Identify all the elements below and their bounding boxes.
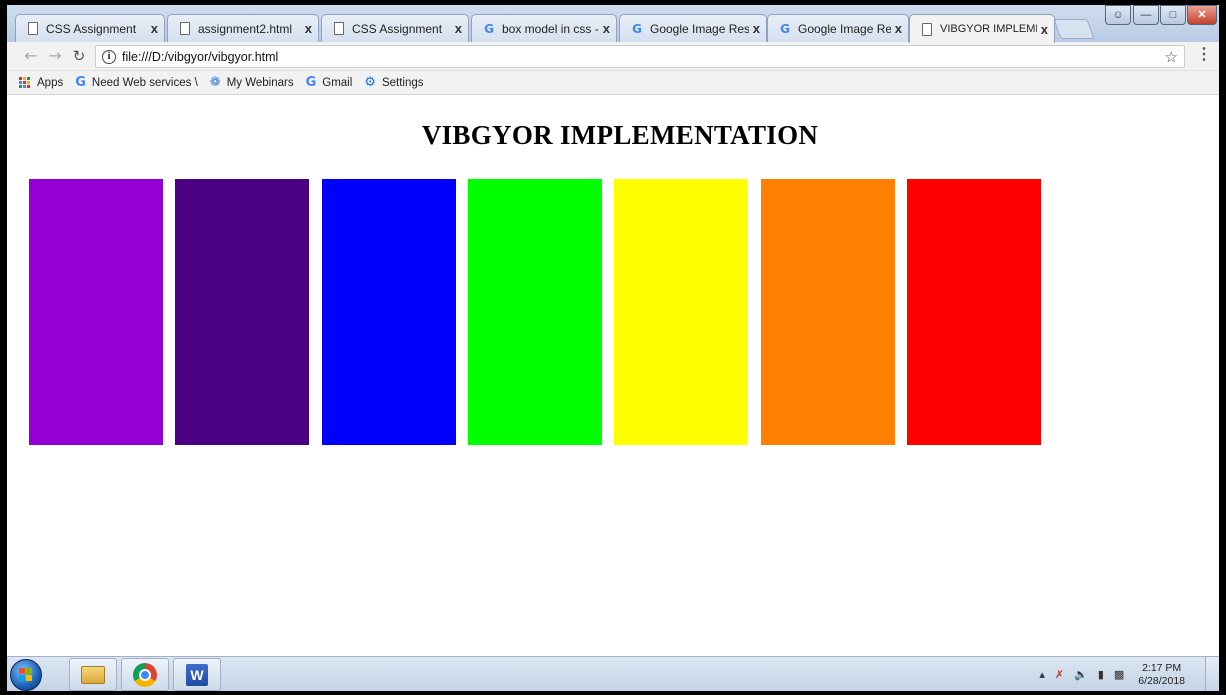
browser-window: CSS Assignment x assignment2.html x CSS …	[7, 5, 1219, 691]
bookmark-gmail[interactable]: G Gmail	[306, 75, 353, 90]
close-icon[interactable]: x	[455, 21, 462, 36]
bookmark-label: Gmail	[322, 76, 353, 89]
address-toolbar: ← → ↻ i file:///D:/vibgyor/vibgyor.html …	[7, 42, 1219, 71]
page-title: VIBGYOR IMPLEMENTATION	[421, 120, 819, 150]
system-tray: ▴ ✗ 🔈 ▮ ▩ 2:17 PM 6/28/2018	[1039, 657, 1185, 691]
close-icon[interactable]: x	[753, 21, 760, 36]
tab-box-model[interactable]: G box model in css - G x	[471, 14, 617, 42]
tab-label: assignment2.html	[198, 21, 293, 36]
stripe-orange	[761, 179, 895, 445]
gear-icon: ⚙	[364, 75, 376, 90]
tab-css-assignment-1[interactable]: CSS Assignment x	[15, 14, 165, 42]
close-icon[interactable]: x	[603, 21, 610, 36]
info-icon[interactable]: i	[102, 49, 116, 64]
volume-icon[interactable]: 🔈	[1074, 668, 1088, 681]
tab-label: CSS Assignment	[352, 21, 443, 36]
google-icon: G	[305, 75, 317, 90]
taskbar-word[interactable]: W	[173, 658, 221, 691]
bookmark-settings[interactable]: ⚙ Settings	[364, 75, 423, 90]
bookmark-star-icon[interactable]: ☆	[1165, 48, 1178, 66]
bookmarks-bar: Apps G Need Web services \ ❁ My Webinars…	[7, 71, 1219, 95]
tab-assignment2[interactable]: assignment2.html x	[167, 14, 319, 42]
tab-label: VIBGYOR IMPLEMEN	[940, 23, 1037, 35]
google-icon: G	[632, 21, 642, 36]
stripe-violet	[29, 179, 163, 445]
document-icon	[178, 22, 192, 36]
forward-arrow-icon[interactable]: →	[45, 46, 65, 66]
chrome-icon	[133, 662, 157, 687]
document-icon	[26, 22, 40, 36]
bookmark-apps[interactable]: Apps	[19, 77, 63, 89]
bookmark-web-services[interactable]: G Need Web services \	[75, 75, 198, 90]
apps-grid-icon	[19, 77, 30, 88]
address-bar[interactable]: i file:///D:/vibgyor/vibgyor.html ☆	[95, 45, 1185, 68]
clock-time: 2:17 PM	[1142, 661, 1182, 674]
tab-label: Google Image Resul	[650, 21, 749, 36]
windows-logo-icon	[19, 668, 33, 682]
battery-icon[interactable]: ▮	[1098, 668, 1104, 681]
folder-icon	[81, 665, 105, 684]
url-text: file:///D:/vibgyor/vibgyor.html	[122, 49, 279, 64]
document-icon	[332, 22, 346, 36]
stripe-blue	[322, 179, 456, 445]
taskbar-chrome[interactable]	[121, 658, 169, 691]
stripe-red	[907, 179, 1041, 445]
word-icon: W	[186, 663, 208, 686]
stripe-green	[468, 179, 602, 445]
google-icon: G	[484, 21, 494, 36]
back-arrow-icon[interactable]: ←	[21, 46, 41, 66]
google-icon: G	[780, 21, 790, 36]
network-alert-icon[interactable]: ✗	[1055, 668, 1064, 681]
taskbar-explorer[interactable]	[69, 658, 117, 691]
new-tab-button[interactable]	[1053, 19, 1095, 39]
close-icon[interactable]: x	[895, 21, 902, 36]
show-desktop-button[interactable]	[1205, 657, 1219, 691]
tab-google-image-1[interactable]: G Google Image Resul x	[619, 14, 767, 42]
bookmark-label: My Webinars	[226, 76, 294, 89]
bookmark-label: Settings	[381, 76, 424, 89]
minimize-button[interactable]: —	[1133, 5, 1159, 25]
close-icon[interactable]: x	[1041, 22, 1048, 37]
page-content: VIBGYOR IMPLEMENTATION	[7, 96, 1219, 656]
tab-label: CSS Assignment	[46, 21, 137, 36]
webinar-icon: ❁	[209, 75, 221, 90]
tab-label: box model in css - G	[502, 21, 599, 36]
signal-icon[interactable]: ▩	[1114, 668, 1124, 681]
close-icon[interactable]: x	[305, 21, 312, 36]
stripe-yellow	[614, 179, 748, 445]
google-icon: G	[75, 75, 86, 90]
reload-icon[interactable]: ↻	[69, 46, 89, 66]
start-button[interactable]	[10, 659, 42, 691]
tab-google-image-2[interactable]: G Google Image Resu x	[767, 14, 909, 42]
bookmark-my-webinars[interactable]: ❁ My Webinars	[210, 75, 294, 90]
bookmark-label: Apps	[37, 76, 64, 89]
clock-date: 6/28/2018	[1138, 674, 1185, 687]
user-profile-button[interactable]: ☺	[1105, 5, 1131, 25]
stripe-indigo	[175, 179, 309, 445]
menu-kebab-icon[interactable]: ⋮	[1195, 46, 1213, 64]
window-close-button[interactable]: ✕	[1187, 5, 1217, 25]
close-icon[interactable]: x	[151, 21, 158, 36]
bookmark-label: Need Web services \	[91, 76, 198, 89]
tab-css-assignment-2[interactable]: CSS Assignment x	[321, 14, 469, 42]
tray-expand-icon[interactable]: ▴	[1039, 668, 1045, 681]
tab-vibgyor[interactable]: VIBGYOR IMPLEMEN x	[909, 14, 1055, 43]
document-icon	[920, 22, 934, 36]
clock[interactable]: 2:17 PM 6/28/2018	[1138, 662, 1185, 688]
taskbar: W ▴ ✗ 🔈 ▮ ▩ 2:17 PM 6/28/2018	[7, 656, 1219, 691]
maximize-button[interactable]: □	[1160, 5, 1186, 25]
tab-label: Google Image Resu	[798, 21, 891, 36]
tab-strip: CSS Assignment x assignment2.html x CSS …	[7, 5, 1219, 43]
